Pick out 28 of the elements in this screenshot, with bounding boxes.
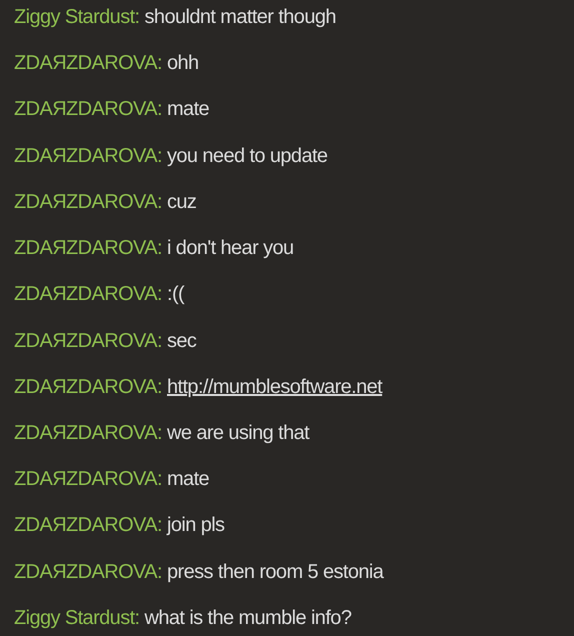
chat-username: ZDAЯZDAROVA: (14, 328, 162, 354)
chat-message: press then room 5 estonia (167, 560, 384, 585)
chat-username: Ziggy Stardust: (14, 5, 140, 30)
chat-username: ZDAЯZDAROVA: (14, 513, 162, 538)
chat-message: join pls (167, 513, 224, 538)
chat-link[interactable]: http://mumblesoftware.net (167, 372, 382, 401)
chat-username: ZDAЯZDAROVA: (14, 420, 162, 446)
chat-username: ZDAЯZDAROVA: (14, 282, 162, 308)
chat-message: sec (167, 328, 196, 354)
chat-username: ZDAЯZDAROVA: (14, 236, 162, 262)
chat-message: mate (167, 97, 210, 122)
chat-username: ZDAЯZDAROVA: (14, 560, 162, 585)
chat-message: mate (167, 467, 210, 492)
chat-username: ZDAЯZDAROVA: (14, 374, 162, 400)
chat-message: ohh (167, 51, 199, 76)
chat-message: :(( (167, 282, 184, 308)
chat-message: i don't hear you (167, 236, 294, 262)
chat-username: ZDAЯZDAROVA: (14, 51, 162, 76)
chat-username: ZDAЯZDAROVA: (14, 190, 162, 215)
chat-username: ZDAЯZDAROVA: (14, 144, 162, 169)
chat-message: shouldnt matter though (144, 5, 336, 30)
chat-username: ZDAЯZDAROVA: (14, 97, 162, 122)
chat-message: what is the mumble info? (144, 606, 352, 631)
chat-message: we are using that (167, 420, 310, 446)
chat-username: ZDAЯZDAROVA: (14, 467, 162, 492)
chat-username: Ziggy Stardust: (14, 606, 140, 631)
chat-message: cuz (167, 190, 196, 215)
chat-message: you need to update (167, 144, 328, 169)
